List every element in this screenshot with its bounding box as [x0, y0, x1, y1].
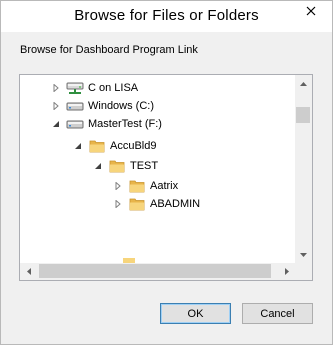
scroll-right-arrow-icon [284, 268, 289, 275]
network-drive-icon [66, 79, 84, 97]
collapse-arrow-icon[interactable] [72, 137, 84, 155]
scroll-down-arrow-icon [300, 252, 307, 257]
browse-dialog: Browse for Files or Folders Browse for D… [0, 0, 333, 345]
folder-icon [108, 157, 126, 175]
tree-viewport: C on LISA Windows (C:) MasterTest (F:) A… [20, 75, 295, 263]
tree-node-test[interactable]: TEST [92, 157, 158, 175]
scroll-up-arrow-icon [300, 81, 307, 86]
dialog-prompt: Browse for Dashboard Program Link [20, 44, 198, 56]
tree-node-accubld9[interactable]: AccuBld9 [72, 137, 156, 155]
folder-icon [128, 177, 146, 195]
dialog-title: Browse for Files or Folders [74, 7, 259, 24]
expand-arrow-icon[interactable] [112, 177, 124, 195]
hard-drive-icon [66, 115, 84, 133]
folder-icon [88, 137, 106, 155]
tree-node-mastertest-f[interactable]: MasterTest (F:) [50, 115, 162, 133]
hard-drive-icon [66, 97, 84, 115]
tree-node-windows-c[interactable]: Windows (C:) [50, 97, 154, 115]
collapse-arrow-icon[interactable] [92, 157, 104, 175]
tree-node-c-on-lisa[interactable]: C on LISA [50, 79, 138, 97]
vertical-scrollbar[interactable] [295, 75, 312, 263]
scroll-up-button[interactable] [295, 75, 312, 92]
vertical-scroll-thumb[interactable] [296, 107, 310, 123]
title-bar[interactable]: Browse for Files or Folders [1, 1, 332, 32]
scroll-left-arrow-icon [26, 268, 31, 275]
collapse-arrow-icon[interactable] [50, 115, 62, 133]
folder-tree[interactable]: C on LISA Windows (C:) MasterTest (F:) A… [19, 74, 313, 281]
tree-node-label: ABADMIN [150, 198, 201, 210]
folder-icon [128, 195, 146, 213]
tree-node-label: Aatrix [150, 180, 179, 192]
horizontal-scrollbar[interactable] [20, 263, 295, 280]
tree-node-label: TEST [130, 160, 159, 172]
tree-node-label: Windows (C:) [88, 100, 155, 112]
close-button[interactable] [298, 2, 324, 19]
tree-node-label: C on LISA [88, 82, 139, 94]
tree-node-label: AccuBld9 [110, 140, 157, 152]
ok-button[interactable]: OK [160, 303, 231, 324]
tree-node-label: MasterTest (F:) [88, 118, 162, 130]
scrollbar-corner [295, 263, 312, 280]
expand-arrow-icon[interactable] [112, 195, 124, 213]
scroll-down-button[interactable] [295, 246, 312, 263]
cancel-button[interactable]: Cancel [242, 303, 313, 324]
close-icon [306, 6, 316, 15]
tree-node-abadmin[interactable]: ABADMIN [112, 195, 200, 213]
expand-arrow-icon[interactable] [50, 79, 62, 97]
expand-arrow-icon[interactable] [50, 97, 62, 115]
scroll-left-button[interactable] [20, 263, 37, 280]
scroll-right-button[interactable] [278, 263, 295, 280]
tree-node-aatrix[interactable]: Aatrix [112, 177, 178, 195]
horizontal-scroll-thumb[interactable] [39, 264, 271, 278]
